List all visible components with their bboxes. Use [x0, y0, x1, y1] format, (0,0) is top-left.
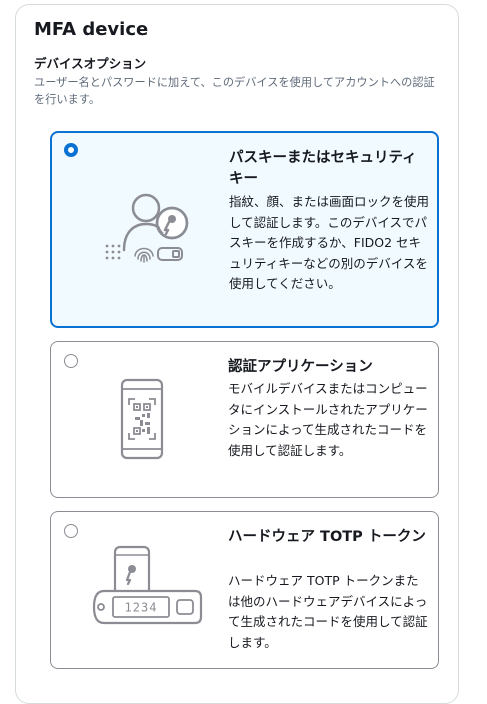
- option-title-hardware-totp: ハードウェア TOTP トークン: [228, 529, 426, 545]
- radio-authenticator-app[interactable]: [64, 354, 78, 368]
- panel-title: MFA device: [34, 19, 149, 40]
- device-options-description: ユーザー名とパスワードに加えて、このデバイスを使用してアカウントへの認証を行いま…: [34, 76, 435, 106]
- option-description-passkey: 指紋、顔、または画面ロックを使用して認証します。このデバイスでパスキーを作成する…: [229, 194, 430, 291]
- option-title-authenticator-app: 認証アプリケーション: [228, 359, 373, 375]
- passkey-icon: [105, 193, 189, 263]
- hardware-token-icon: 1234: [92, 545, 203, 625]
- option-card-authenticator-app[interactable]: 認証アプリケーション モバイルデバイスまたはコンピュータにインストールされたアプ…: [50, 341, 439, 498]
- option-card-hardware-totp[interactable]: 1234 ハードウェア TOTP トークン ハードウェア TOTP トークンまた…: [50, 511, 439, 669]
- authenticator-app-icon: [120, 378, 164, 460]
- option-description-hardware-totp: ハードウェア TOTP トークンまたは他のハードウェアデバイスによって生成された…: [228, 573, 428, 650]
- radio-passkey[interactable]: [64, 143, 78, 157]
- radio-hardware-totp[interactable]: [64, 524, 78, 538]
- option-title-passkey: パスキーまたはセキュリティキー: [229, 150, 417, 187]
- token-display-digits: 1234: [125, 601, 158, 615]
- option-card-passkey[interactable]: パスキーまたはセキュリティキー 指紋、顔、または画面ロックを使用して認証します。…: [50, 131, 439, 328]
- option-description-authenticator-app: モバイルデバイスまたはコンピュータにインストールされたアプリケーションによって生…: [228, 381, 428, 458]
- device-options-label: デバイスオプション: [34, 56, 147, 71]
